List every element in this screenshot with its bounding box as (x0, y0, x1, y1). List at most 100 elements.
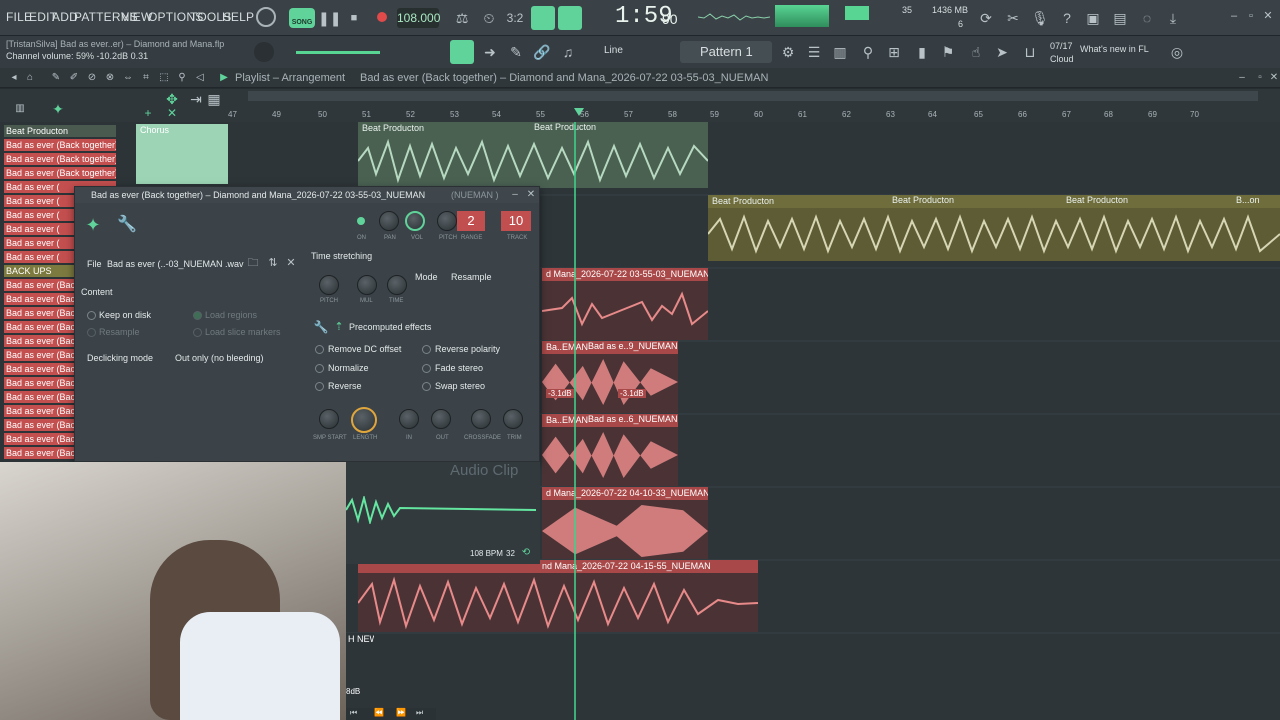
normalize-checkbox[interactable] (315, 364, 324, 373)
sample-start-knob[interactable] (319, 409, 339, 429)
stamp-icon[interactable]: ♫ (558, 42, 578, 62)
scissors-icon[interactable]: ✂ (1003, 8, 1023, 28)
on-led[interactable] (357, 217, 365, 225)
loop-record-icon[interactable] (531, 6, 555, 30)
zoom-icon[interactable]: ⚲ (172, 68, 192, 88)
refresh-icon[interactable]: ⟳ (976, 8, 996, 28)
send-icon[interactable]: ➤ (992, 42, 1012, 62)
pattern-selector[interactable]: Pattern 1 (680, 41, 772, 63)
magnet-small-icon[interactable]: ⌂ (20, 68, 40, 88)
audio-clip-vocal-5[interactable]: nd Mana_2026-07-22 04-15-55_NUEMAN (358, 560, 758, 632)
locate-file-icon[interactable]: ⇅ (263, 253, 283, 273)
mode-select[interactable]: Resample (451, 272, 492, 282)
volume-knob[interactable] (405, 211, 425, 231)
step-forward-icon[interactable]: ⏩ (396, 708, 406, 717)
audio-clip-beat-2[interactable]: Beat Producton Beat Producton Beat Produ… (708, 195, 1280, 261)
stop-icon[interactable]: ■ (344, 8, 364, 28)
track-header[interactable]: Beat Producton (4, 125, 116, 137)
menu-help[interactable]: HELP (222, 10, 254, 24)
tree-icon[interactable]: ⊞ (884, 42, 904, 62)
slice-icon[interactable]: ⌗ (136, 68, 156, 88)
draw-icon[interactable]: ✎ (506, 42, 526, 62)
arrow-up-icon[interactable]: ⇡ (329, 317, 349, 337)
close-window-icon[interactable]: ✕ (1258, 6, 1278, 26)
playlist-icon[interactable]: ▥ (830, 42, 850, 62)
track-header[interactable]: Bad as ever (Back together).. (4, 153, 116, 165)
track-header[interactable]: Bad as ever (Back together).. (4, 139, 116, 151)
in-knob[interactable] (399, 409, 419, 429)
file-name[interactable]: Bad as ever (..-03_NUEMAN .wav (107, 259, 244, 269)
wait-icon[interactable]: ⏲ (479, 8, 499, 28)
chorus-marker-clip[interactable]: Chorus (136, 124, 228, 184)
skip-end-icon[interactable]: ⏭ (416, 708, 423, 718)
load-regions-checkbox[interactable] (193, 311, 202, 320)
keep-on-disk-checkbox[interactable] (87, 311, 96, 320)
remove-file-icon[interactable]: ✕ (281, 253, 301, 273)
wrench-icon[interactable]: 🔧 (117, 215, 137, 235)
save-icon[interactable]: ▣ (1083, 8, 1103, 28)
paint-icon[interactable]: ✐ (64, 68, 84, 88)
record-icon[interactable] (377, 12, 387, 22)
tracks-width-icon[interactable]: ⇥ (186, 89, 206, 109)
pitch-knob[interactable] (437, 211, 457, 231)
globe-icon[interactable]: ◎ (1167, 42, 1187, 62)
master-volume-knob[interactable] (256, 7, 276, 27)
declick-select[interactable]: Out only (no bleeding) (175, 353, 264, 363)
microphone-icon[interactable]: 🎙 (1030, 8, 1050, 28)
dialog-close-icon[interactable]: ✕ (521, 185, 541, 205)
mute-icon[interactable]: ⊗ (100, 68, 120, 88)
countdown-icon[interactable]: 3:2 (505, 8, 525, 28)
step-edit-icon[interactable] (558, 6, 582, 30)
step-back-icon[interactable]: ⏪ (374, 708, 384, 717)
reverse-checkbox[interactable] (315, 382, 324, 391)
download-icon[interactable]: ⤓ (1163, 8, 1183, 28)
length-knob[interactable] (351, 407, 377, 433)
tempo-display[interactable]: 108.000 (397, 8, 440, 28)
fade-stereo-checkbox[interactable] (422, 364, 431, 373)
browser-icon[interactable]: ▤ (1110, 8, 1130, 28)
reverse-polarity-checkbox[interactable] (422, 345, 431, 354)
touch-icon[interactable]: ☝ (966, 42, 986, 62)
pitch-knob[interactable] (254, 42, 274, 62)
tracks-grid-icon[interactable]: ▦ (204, 89, 224, 109)
ts-pitch-knob[interactable] (319, 275, 339, 295)
overview-scrollbar[interactable] (248, 91, 1258, 101)
audio-clip-vocal-6[interactable]: H NEW 8dB (344, 633, 374, 720)
rewind-icon[interactable]: ⏮ (350, 708, 357, 718)
playlist-minimize-icon[interactable]: – (1232, 68, 1252, 88)
playlist-close-icon[interactable]: ✕ (1264, 68, 1280, 88)
ts-mul-knob[interactable] (357, 275, 377, 295)
pause-icon[interactable]: ❚❚ (318, 8, 341, 28)
out-knob[interactable] (431, 409, 451, 429)
audio-clip-vocal-3[interactable]: Ba..EMAN Bad as e..6_NUEMAN (542, 414, 678, 486)
timeline-ruler[interactable]: 47 49 50 51 52 53 54 55 56 57 58 59 60 61 62 63 64 65 66 67… (228, 89, 1280, 122)
file-icon[interactable]: ▮ (912, 42, 932, 62)
resample-checkbox[interactable] (87, 328, 96, 337)
open-folder-icon[interactable]: 🗀 (243, 253, 263, 273)
trim-knob[interactable] (503, 409, 523, 429)
track-header[interactable]: Bad as ever (Back together).. (4, 167, 116, 179)
audio-clip-beat-1[interactable]: Beat Producton Beat Producton (358, 122, 708, 188)
metronome-icon[interactable]: ⚖ (452, 8, 472, 28)
help-icon[interactable]: ? (1057, 8, 1077, 28)
plug-icon[interactable]: ⚑ (938, 42, 958, 62)
channel-rack-icon[interactable]: ☰ (804, 42, 824, 62)
cart-icon[interactable]: ⊔ (1020, 42, 1040, 62)
magnet-icon[interactable]: 🔗 (532, 42, 552, 62)
piano-roll-icon[interactable] (450, 40, 474, 64)
audio-clip-vocal-2[interactable]: Ba..EMAN Bad as e..9_NUEMAN -3.1dB -3.1d… (542, 341, 678, 413)
dialog-titlebar[interactable]: Bad as ever (Back together) – Diamond an… (75, 187, 539, 203)
audio-clip-vocal-4[interactable]: d Mana_2026-07-22 04-10-33_NUEMAN (542, 487, 708, 559)
swap-stereo-checkbox[interactable] (422, 382, 431, 391)
mixer-track-display[interactable]: 10 (501, 211, 531, 231)
audio-clip-vocal-1[interactable]: d Mana_2026-07-22 03-55-03_NUEMAN (542, 268, 708, 340)
remove-dc-checkbox[interactable] (315, 345, 324, 354)
mixer-icon[interactable]: ⚙ (778, 42, 798, 62)
song-mode-toggle[interactable]: SONG (289, 8, 315, 28)
news-text[interactable]: What's new in FL Cloud (1050, 44, 1160, 64)
chat-icon[interactable]: ◌ (1137, 8, 1157, 28)
delete-icon[interactable]: ⊘ (82, 68, 102, 88)
master-pitch-slider[interactable] (296, 51, 380, 54)
playlist-play-icon[interactable]: ▶ (214, 68, 234, 88)
slip-icon[interactable]: ⇔ (118, 68, 138, 88)
